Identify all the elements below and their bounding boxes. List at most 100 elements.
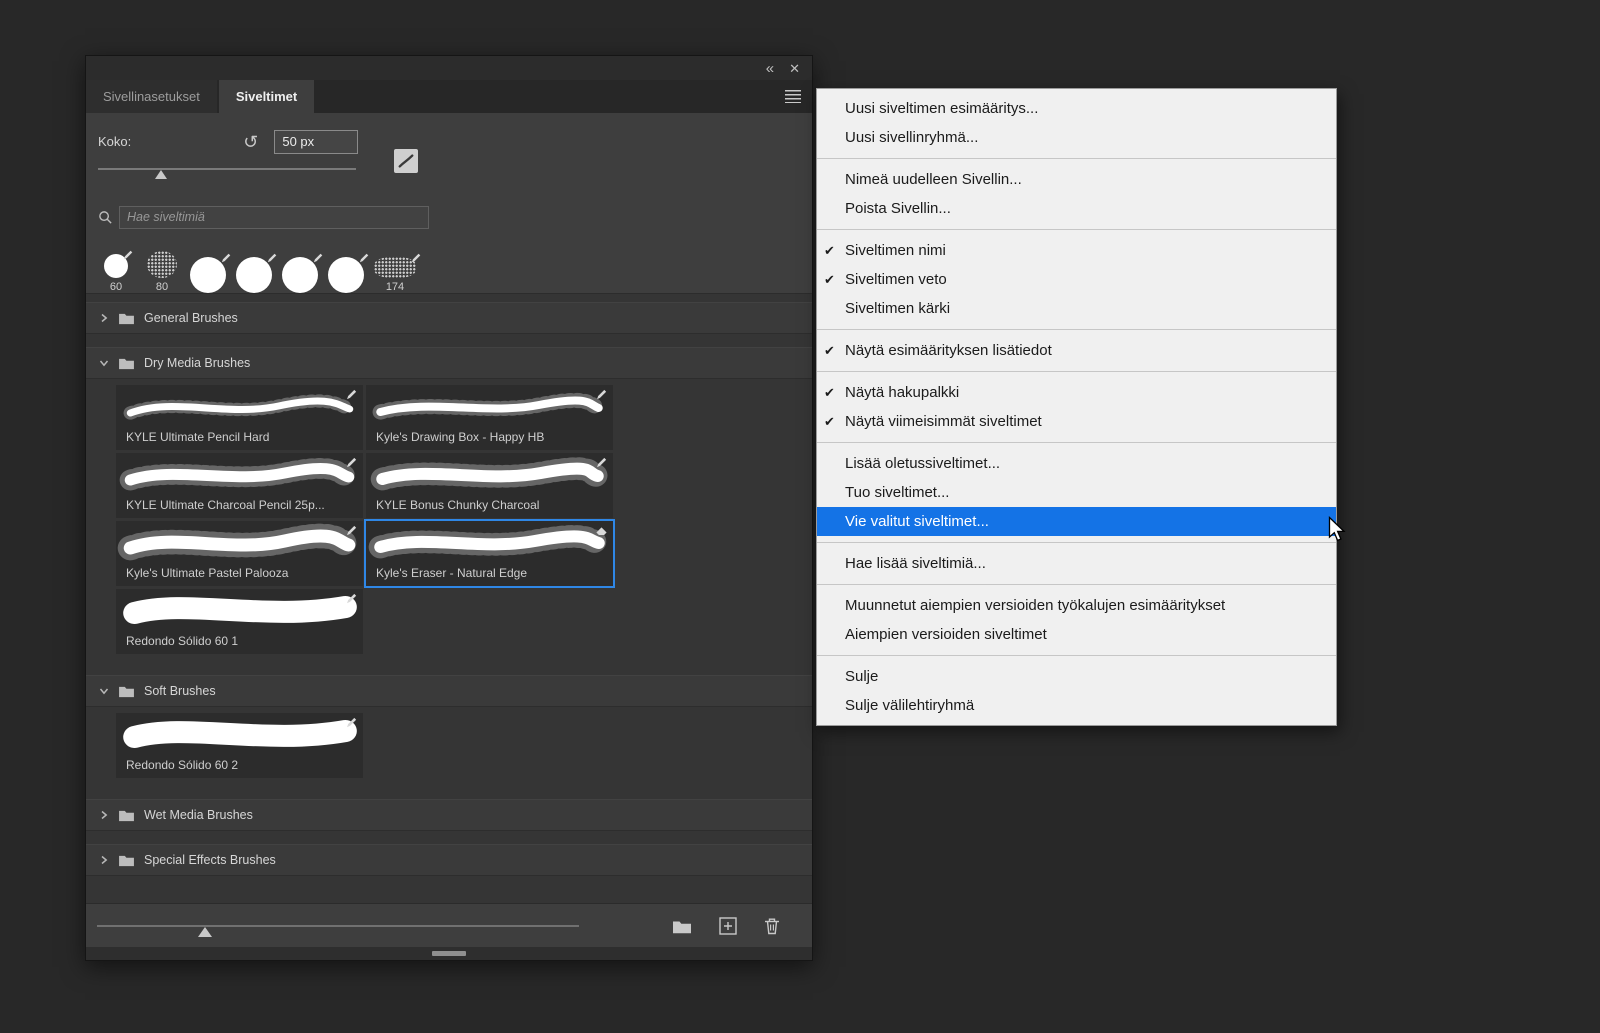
menu-item[interactable]: ✔ Siveltimen veto bbox=[817, 265, 1336, 294]
menu-item[interactable]: Tuo siveltimet... bbox=[817, 478, 1336, 507]
pencil-badge-icon bbox=[345, 456, 358, 469]
brush-stroke-preview bbox=[116, 521, 363, 563]
brush-stroke-preview bbox=[116, 713, 363, 755]
brush-item[interactable]: Kyle's Ultimate Pastel Palooza bbox=[116, 521, 363, 586]
size-label: Koko: bbox=[98, 134, 132, 149]
search-input[interactable] bbox=[119, 205, 429, 229]
menu-separator bbox=[817, 655, 1336, 656]
group-label: Special Effects Brushes bbox=[144, 853, 276, 867]
footer-actions bbox=[672, 904, 780, 948]
menu-item[interactable]: Vie valitut siveltimet... bbox=[817, 507, 1336, 536]
recent-brush[interactable] bbox=[328, 253, 369, 293]
search-icon bbox=[98, 210, 113, 225]
folder-icon bbox=[118, 854, 135, 867]
menu-separator bbox=[817, 229, 1336, 230]
panel-menu-icon[interactable] bbox=[785, 90, 801, 103]
menu-item[interactable]: Poista Sivellin... bbox=[817, 194, 1336, 223]
chevron-down-icon[interactable] bbox=[99, 686, 109, 696]
menu-item[interactable]: Hae lisää siveltimiä... bbox=[817, 549, 1336, 578]
size-slider-thumb[interactable] bbox=[155, 170, 167, 179]
brush-item[interactable]: KYLE Bonus Chunky Charcoal bbox=[366, 453, 613, 518]
menu-item-label: Nimeä uudelleen Sivellin... bbox=[845, 171, 1022, 188]
recent-brush-thumb bbox=[147, 251, 177, 278]
pencil-badge-icon bbox=[345, 524, 358, 537]
menu-item[interactable]: Muunnetut aiempien versioiden työkalujen… bbox=[817, 591, 1336, 620]
menu-item-label: Muunnetut aiempien versioiden työkalujen… bbox=[845, 597, 1226, 614]
menu-item[interactable]: ✔ Siveltimen nimi bbox=[817, 236, 1336, 265]
brush-stroke-preview bbox=[366, 453, 613, 495]
brush-group-header[interactable]: Special Effects Brushes bbox=[86, 844, 812, 876]
brush-group: Dry Media Brushes KYLE Ultimate Pencil Ha… bbox=[86, 347, 812, 662]
brush-name: KYLE Ultimate Pencil Hard bbox=[126, 430, 270, 444]
menu-item[interactable]: ✔ Näytä viimeisimmät siveltimet bbox=[817, 407, 1336, 436]
menu-item[interactable]: Uusi siveltimen esimääritys... bbox=[817, 94, 1336, 123]
brush-stroke-preview bbox=[366, 385, 613, 427]
search-box bbox=[98, 205, 800, 229]
chevron-right-icon[interactable] bbox=[99, 313, 109, 323]
delete-brush-icon[interactable] bbox=[764, 917, 780, 935]
recent-brush[interactable] bbox=[190, 253, 231, 293]
menu-separator bbox=[817, 584, 1336, 585]
brushes-panel: « ✕ Sivellinasetukset Siveltimet Koko: ↺… bbox=[85, 55, 813, 961]
recent-brush[interactable] bbox=[236, 253, 277, 293]
checkmark-slot bbox=[824, 549, 842, 578]
pencil-badge-icon bbox=[312, 252, 324, 264]
pencil-badge-icon bbox=[345, 716, 358, 729]
checkmark-slot bbox=[824, 194, 842, 223]
menu-item[interactable]: Lisää oletussiveltimet... bbox=[817, 449, 1336, 478]
brush-item[interactable]: Kyle's Drawing Box - Happy HB bbox=[366, 385, 613, 450]
reset-size-icon[interactable]: ↺ bbox=[243, 133, 258, 151]
menu-item[interactable]: Nimeä uudelleen Sivellin... bbox=[817, 165, 1336, 194]
brush-group: General Brushes bbox=[86, 302, 812, 334]
brush-item[interactable]: KYLE Ultimate Charcoal Pencil 25p... bbox=[116, 453, 363, 518]
menu-item[interactable]: Aiempien versioiden siveltimet bbox=[817, 620, 1336, 649]
menu-item[interactable]: Siveltimen kärki bbox=[817, 294, 1336, 323]
size-slider-track bbox=[98, 168, 356, 170]
brush-group-header[interactable]: Wet Media Brushes bbox=[86, 799, 812, 831]
brush-grid: KYLE Ultimate Pencil Hard Kyle's Drawing … bbox=[86, 379, 812, 662]
recent-brush[interactable]: 174 bbox=[374, 253, 421, 293]
chevron-down-icon[interactable] bbox=[99, 358, 109, 368]
tab-brush-settings[interactable]: Sivellinasetukset bbox=[86, 80, 217, 113]
brush-item[interactable]: Redondo Sólido 60 2 bbox=[116, 713, 363, 778]
checkmark-slot bbox=[824, 662, 842, 691]
thumbnail-slider-track bbox=[97, 925, 579, 927]
new-brush-icon[interactable] bbox=[719, 917, 737, 935]
size-input[interactable] bbox=[274, 129, 359, 154]
brush-item[interactable]: Redondo Sólido 60 1 bbox=[116, 589, 363, 654]
menu-item[interactable]: Sulje bbox=[817, 662, 1336, 691]
panel-resize-grip[interactable] bbox=[86, 947, 812, 960]
checkmark-icon: ✔ bbox=[824, 271, 835, 287]
close-panel-icon[interactable]: ✕ bbox=[789, 62, 800, 75]
panel-footer bbox=[86, 903, 812, 947]
recent-brush[interactable] bbox=[282, 253, 323, 293]
recent-brush[interactable]: 60 bbox=[98, 250, 134, 293]
size-slider[interactable] bbox=[98, 156, 800, 186]
menu-item[interactable]: Uusi sivellinryhmä... bbox=[817, 123, 1336, 152]
checkmark-icon: ✔ bbox=[824, 342, 835, 358]
brush-item[interactable]: KYLE Ultimate Pencil Hard bbox=[116, 385, 363, 450]
thumbnail-slider-thumb[interactable] bbox=[198, 927, 212, 937]
menu-separator bbox=[817, 442, 1336, 443]
menu-item[interactable]: Sulje välilehtiryhmä bbox=[817, 691, 1336, 720]
chevron-right-icon[interactable] bbox=[99, 855, 109, 865]
folder-icon bbox=[118, 312, 135, 325]
tab-brushes[interactable]: Siveltimet bbox=[218, 80, 315, 113]
brush-name: Redondo Sólido 60 1 bbox=[126, 634, 239, 648]
new-group-icon[interactable] bbox=[672, 919, 692, 934]
chevron-right-icon[interactable] bbox=[99, 810, 109, 820]
menu-item[interactable]: ✔ Näytä esimäärityksen lisätiedot bbox=[817, 336, 1336, 365]
brush-group-header[interactable]: Dry Media Brushes bbox=[86, 347, 812, 379]
collapse-panel-icon[interactable]: « bbox=[766, 61, 774, 76]
brush-group-header[interactable]: General Brushes bbox=[86, 302, 812, 334]
menu-item-label: Siveltimen veto bbox=[845, 271, 947, 288]
pencil-badge-icon bbox=[595, 388, 608, 401]
brush-stroke-preview bbox=[116, 589, 363, 631]
checkmark-slot bbox=[824, 294, 842, 323]
brush-group-header[interactable]: Soft Brushes bbox=[86, 675, 812, 707]
brush-item[interactable]: Kyle's Eraser - Natural Edge bbox=[364, 519, 615, 588]
menu-item[interactable]: ✔ Näytä hakupalkki bbox=[817, 378, 1336, 407]
pencil-badge-icon bbox=[345, 388, 358, 401]
pencil-badge-icon bbox=[345, 592, 358, 605]
recent-brush[interactable]: 80 bbox=[144, 251, 180, 293]
